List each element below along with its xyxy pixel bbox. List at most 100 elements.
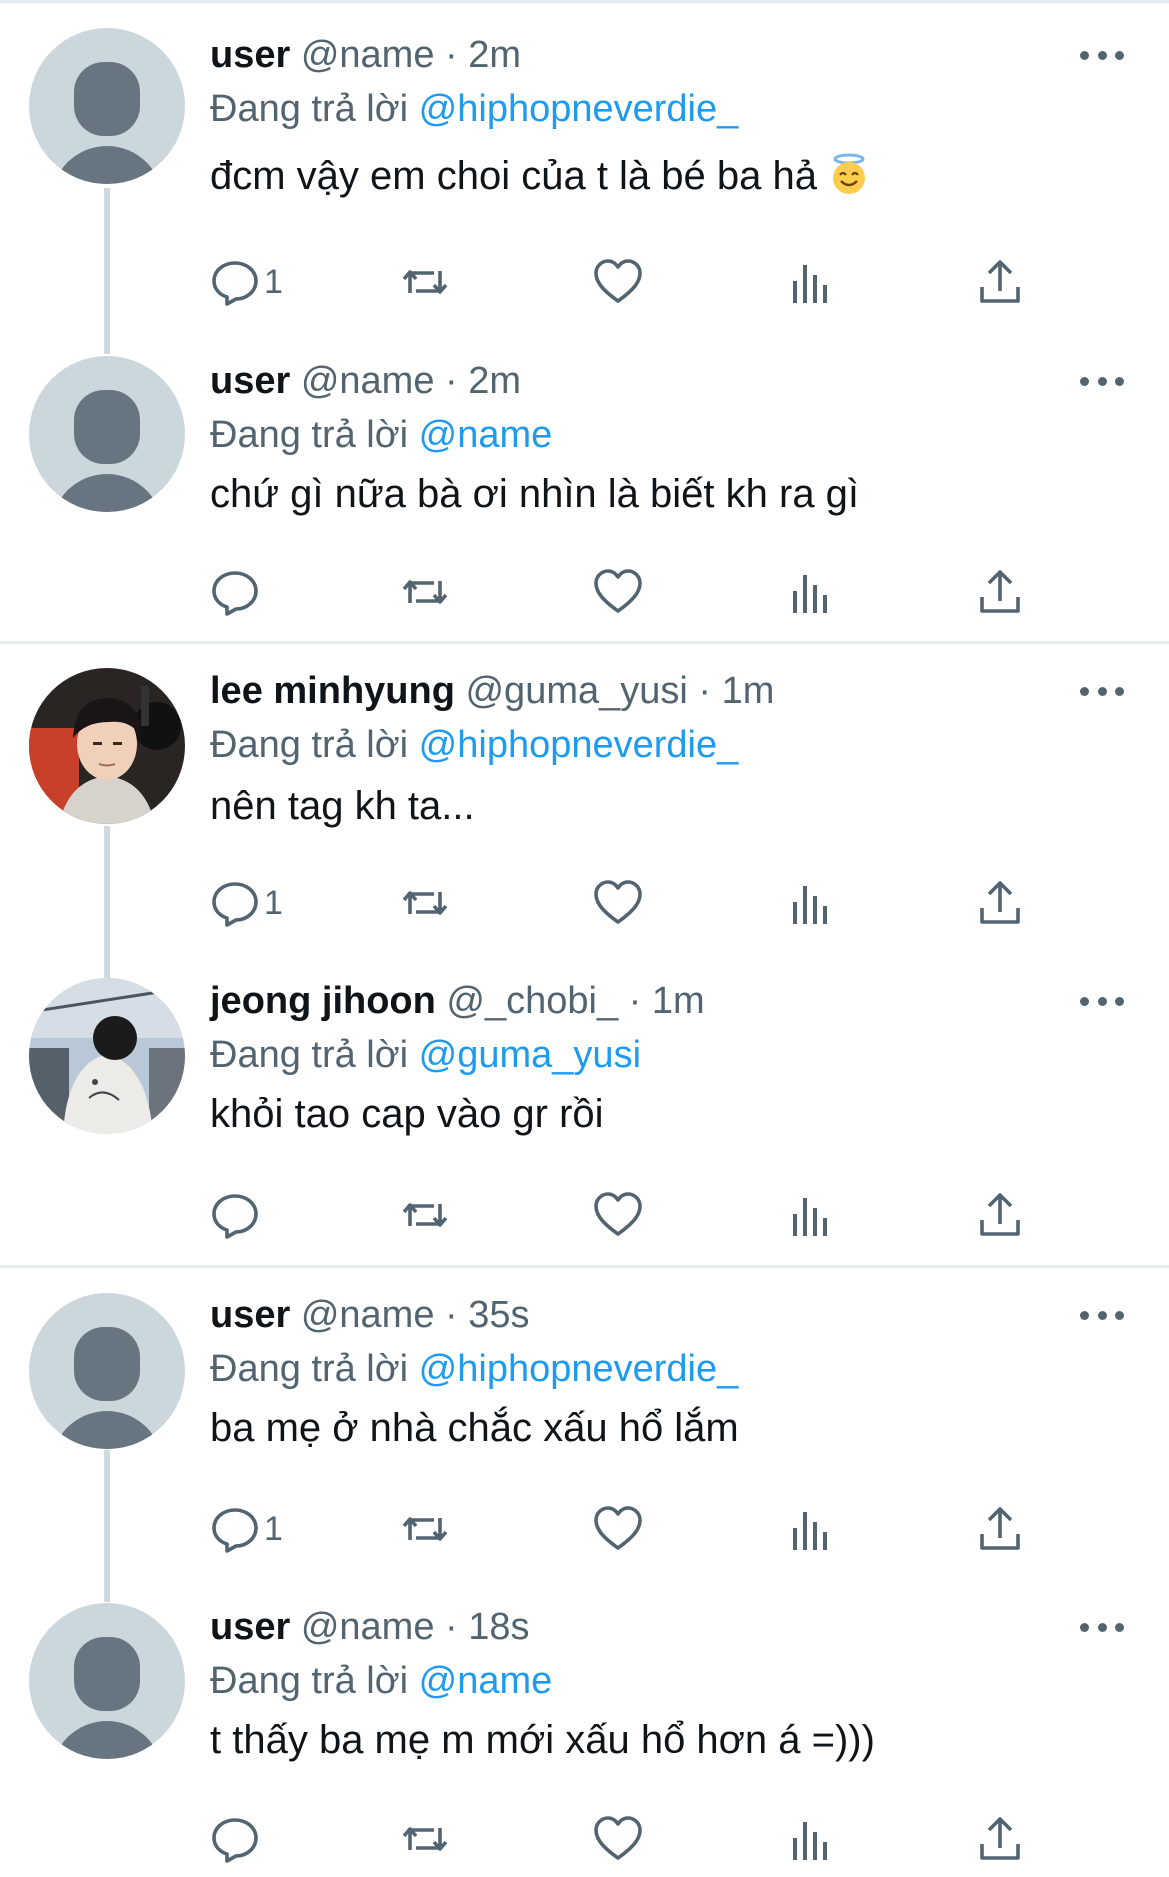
display-name[interactable]: user [210, 1294, 290, 1336]
views-button[interactable] [785, 562, 835, 622]
reply-button[interactable] [210, 1185, 264, 1245]
timestamp[interactable]: 1m [722, 670, 775, 712]
retweet-button[interactable] [400, 1185, 450, 1245]
reply-prefix: Đang trả lời [210, 88, 409, 130]
avatar[interactable] [29, 28, 185, 184]
tweet-actions [210, 562, 1040, 622]
handle[interactable]: @name [301, 360, 435, 402]
reply-button[interactable] [210, 562, 264, 622]
smiling-face-with-halo-icon [828, 153, 870, 195]
retweet-button[interactable] [400, 1499, 450, 1559]
reply-mention[interactable]: @hiphopneverdie_ [419, 88, 739, 130]
separator: · [445, 34, 458, 76]
views-button[interactable] [785, 873, 835, 933]
display-name[interactable]: user [210, 360, 290, 402]
reply-prefix: Đang trả lời [210, 1034, 409, 1076]
timestamp[interactable]: 18s [468, 1606, 529, 1648]
handle[interactable]: @name [301, 1294, 435, 1336]
reply-count: 1 [264, 1509, 283, 1548]
more-icon[interactable] [1080, 991, 1124, 1011]
handle[interactable]: @name [301, 1606, 435, 1648]
handle[interactable]: @_chobi_ [446, 980, 618, 1022]
retweet-button[interactable] [400, 1809, 450, 1869]
like-button[interactable] [593, 562, 643, 622]
retweet-button[interactable] [400, 252, 450, 312]
reply-mention[interactable]: @hiphopneverdie_ [419, 1348, 739, 1390]
like-icon [594, 1816, 642, 1860]
display-name[interactable]: user [210, 34, 290, 76]
like-button[interactable] [593, 873, 643, 933]
default-avatar-icon [29, 28, 185, 184]
reply-mention[interactable]: @hiphopneverdie_ [419, 724, 739, 766]
separator: · [445, 1606, 458, 1648]
display-name[interactable]: user [210, 1606, 290, 1648]
timestamp[interactable]: 1m [652, 980, 705, 1022]
more-icon[interactable] [1080, 1617, 1124, 1637]
reply-mention[interactable]: @name [419, 414, 553, 456]
more-icon[interactable] [1080, 681, 1124, 701]
like-button[interactable] [593, 1185, 643, 1245]
avatar[interactable] [29, 1293, 185, 1449]
reply-prefix: Đang trả lời [210, 1348, 409, 1390]
handle[interactable]: @guma_yusi [465, 670, 687, 712]
reply-mention[interactable]: @name [419, 1660, 553, 1702]
reply-button[interactable] [210, 1809, 264, 1869]
reply-button[interactable]: 1 [210, 873, 283, 933]
tweet-text: chứ gì nữa bà ơi nhìn là biết kh ra gì [210, 472, 860, 516]
like-button[interactable] [593, 1499, 643, 1559]
timestamp[interactable]: 2m [468, 34, 521, 76]
views-button[interactable] [785, 1809, 835, 1869]
tweet[interactable]: user @name · 35s Đang trả lời @hiphopnev… [0, 1268, 1169, 1578]
reply-icon [212, 882, 258, 927]
tweet[interactable]: lee minhyung @guma_yusi · 1m Đang trả lờ… [0, 644, 1169, 954]
more-icon[interactable] [1080, 45, 1124, 65]
default-avatar-icon [29, 356, 185, 512]
photo-young-man-avatar-icon [29, 668, 185, 824]
avatar[interactable] [29, 356, 185, 512]
avatar[interactable] [29, 668, 185, 824]
display-name[interactable]: lee minhyung [210, 670, 455, 712]
reply-context: Đang trả lời @hiphopneverdie_ [210, 82, 1169, 136]
tweet[interactable]: jeong jihoon @_chobi_ · 1m Đang trả lời … [0, 954, 1169, 1265]
handle[interactable]: @name [301, 34, 435, 76]
avatar[interactable] [29, 1603, 185, 1759]
avatar[interactable] [29, 978, 185, 1134]
share-icon [980, 1507, 1020, 1550]
reply-mention[interactable]: @guma_yusi [419, 1034, 641, 1076]
reply-button[interactable]: 1 [210, 1499, 283, 1559]
views-icon [793, 1198, 827, 1236]
share-icon [980, 260, 1020, 303]
reply-button[interactable]: 1 [210, 252, 283, 312]
retweet-icon [402, 1517, 448, 1541]
display-name[interactable]: jeong jihoon [210, 980, 436, 1022]
share-button[interactable] [975, 252, 1025, 312]
timestamp[interactable]: 35s [468, 1294, 529, 1336]
tweet-text: ba mẹ ở nhà chắc xấu hổ lắm [210, 1406, 739, 1450]
share-button[interactable] [975, 1185, 1025, 1245]
views-icon [793, 575, 827, 613]
views-icon [793, 265, 827, 303]
share-button[interactable] [975, 873, 1025, 933]
tweet[interactable]: user @name · 2m Đang trả lời @name chứ g… [0, 330, 1169, 641]
tweet[interactable]: user @name · 2m Đang trả lời @hiphopneve… [0, 0, 1169, 330]
tweet-header: user @name · 35s [210, 1288, 1169, 1342]
share-button[interactable] [975, 562, 1025, 622]
share-button[interactable] [975, 1809, 1025, 1869]
like-icon [594, 1192, 642, 1236]
more-icon[interactable] [1080, 1305, 1124, 1325]
reply-count: 1 [264, 262, 283, 301]
views-button[interactable] [785, 252, 835, 312]
timestamp[interactable]: 2m [468, 360, 521, 402]
like-button[interactable] [593, 252, 643, 312]
share-button[interactable] [975, 1499, 1025, 1559]
like-button[interactable] [593, 1809, 643, 1869]
more-icon[interactable] [1080, 371, 1124, 391]
tweet-header: user @name · 2m [210, 28, 1169, 82]
retweet-button[interactable] [400, 873, 450, 933]
tweet-actions: 1 [210, 252, 1040, 312]
retweet-button[interactable] [400, 562, 450, 622]
views-button[interactable] [785, 1499, 835, 1559]
separator: · [628, 980, 642, 1022]
views-button[interactable] [785, 1185, 835, 1245]
tweet[interactable]: user @name · 18s Đang trả lời @name t th… [0, 1578, 1169, 1877]
